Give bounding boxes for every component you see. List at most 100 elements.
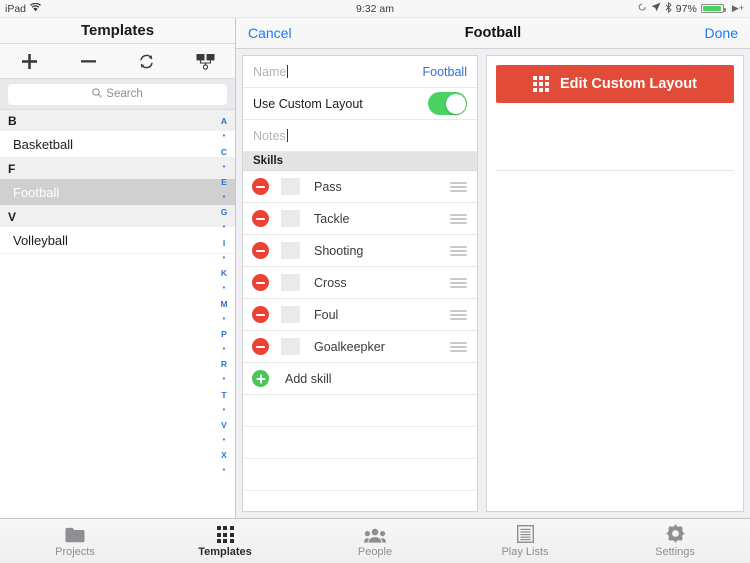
skill-row[interactable]: Goalkeepker <box>243 331 477 363</box>
skill-color-swatch[interactable] <box>281 274 300 291</box>
delete-skill-button[interactable] <box>252 242 269 259</box>
detail-navbar: Cancel Football Done <box>236 18 750 49</box>
name-field-row[interactable]: Name Football <box>243 56 477 88</box>
tab-play-lists[interactable]: Play Lists <box>450 519 600 563</box>
index-entry[interactable]: • <box>223 403 225 418</box>
index-entry[interactable]: M <box>220 296 227 311</box>
sidebar-item-volleyball[interactable]: Volleyball <box>0 227 235 254</box>
index-entry[interactable]: K <box>221 266 227 281</box>
empty-row <box>243 459 477 491</box>
delete-skill-button[interactable] <box>252 306 269 323</box>
section-header: B <box>0 110 235 131</box>
index-entry[interactable]: X <box>221 448 227 463</box>
index-entry[interactable]: • <box>223 251 225 266</box>
index-entry[interactable]: V <box>221 418 227 433</box>
index-entry[interactable]: • <box>223 220 225 235</box>
app-root: iPad 9:32 am 97% ▶+ Templates Search B B… <box>0 0 750 563</box>
skill-color-swatch[interactable] <box>281 306 300 323</box>
people-icon <box>364 524 386 543</box>
index-entry[interactable]: P <box>221 327 227 342</box>
delete-skill-button[interactable] <box>252 210 269 227</box>
skill-row[interactable]: Pass <box>243 171 477 203</box>
skills-section-header: Skills <box>243 152 477 171</box>
section-header: V <box>0 206 235 227</box>
index-entry[interactable]: • <box>223 433 225 448</box>
skill-label: Goalkeepker <box>314 339 385 354</box>
delete-skill-button[interactable] <box>252 338 269 355</box>
add-template-button[interactable] <box>0 44 59 78</box>
use-custom-layout-label: Use Custom Layout <box>253 96 363 111</box>
search-icon <box>92 87 102 101</box>
add-skill-label: Add skill <box>285 371 332 386</box>
index-entry[interactable]: E <box>221 175 227 190</box>
use-custom-layout-row[interactable]: Use Custom Layout <box>243 88 477 120</box>
text-cursor <box>287 65 289 78</box>
skill-row[interactable]: Cross <box>243 267 477 299</box>
template-list: B Basketball F Football V Volleyball A • C • E • G •… <box>0 110 235 518</box>
index-entry[interactable]: • <box>223 311 225 326</box>
index-entry[interactable]: • <box>223 190 225 205</box>
tab-people[interactable]: People <box>300 519 450 563</box>
sidebar-item-basketball[interactable]: Basketball <box>0 131 235 158</box>
tab-templates[interactable]: Templates <box>150 519 300 563</box>
skill-label: Pass <box>314 179 342 194</box>
tab-label: Play Lists <box>501 546 549 558</box>
tab-projects[interactable]: Projects <box>0 519 150 563</box>
sidebar-toolbar <box>0 44 235 79</box>
index-entry[interactable]: • <box>223 342 225 357</box>
skill-label: Shooting <box>314 243 364 258</box>
location-arrow-icon <box>651 2 661 15</box>
notes-field-row[interactable]: Notes <box>243 120 477 152</box>
skill-label: Foul <box>314 307 339 322</box>
edit-custom-layout-button[interactable]: Edit Custom Layout <box>496 65 734 103</box>
use-custom-layout-toggle[interactable] <box>428 92 467 115</box>
drag-handle-icon[interactable] <box>450 309 467 320</box>
charging-plug-icon: ▶+ <box>731 3 744 13</box>
add-skill-row[interactable]: Add skill <box>243 363 477 395</box>
notes-placeholder: Notes <box>253 128 286 143</box>
index-entry[interactable]: I <box>223 236 225 251</box>
skill-color-swatch[interactable] <box>281 210 300 227</box>
drag-handle-icon[interactable] <box>450 245 467 256</box>
index-entry[interactable]: G <box>221 205 228 220</box>
drag-handle-icon[interactable] <box>450 181 467 192</box>
battery-icon <box>700 4 726 13</box>
grid-icon <box>216 524 234 543</box>
connect-button[interactable] <box>176 44 235 78</box>
list-icon <box>516 524 534 543</box>
sync-button[interactable] <box>118 44 177 78</box>
skill-row[interactable]: Shooting <box>243 235 477 267</box>
drag-handle-icon[interactable] <box>450 277 467 288</box>
index-entry[interactable]: • <box>223 372 225 387</box>
search-input[interactable]: Search <box>8 83 227 105</box>
index-entry[interactable]: • <box>223 129 225 144</box>
drag-handle-icon[interactable] <box>450 341 467 352</box>
tab-settings[interactable]: Settings <box>600 519 750 563</box>
skill-row[interactable]: Tackle <box>243 203 477 235</box>
skill-label: Cross <box>314 275 347 290</box>
index-entry[interactable]: C <box>221 144 227 159</box>
skill-color-swatch[interactable] <box>281 242 300 259</box>
remove-template-button[interactable] <box>59 44 118 78</box>
drag-handle-icon[interactable] <box>450 213 467 224</box>
add-skill-plus-icon[interactable] <box>252 370 269 387</box>
delete-skill-button[interactable] <box>252 274 269 291</box>
done-button[interactable]: Done <box>705 25 738 41</box>
index-entry[interactable]: • <box>223 463 225 478</box>
skill-row[interactable]: Foul <box>243 299 477 331</box>
device-name-label: iPad <box>5 2 27 15</box>
gear-icon <box>665 524 685 543</box>
index-entry[interactable]: A <box>221 114 227 129</box>
sidebar-item-football[interactable]: Football <box>0 179 235 206</box>
index-entry[interactable]: • <box>223 281 225 296</box>
index-entry[interactable]: T <box>221 387 226 402</box>
index-entry[interactable]: • <box>223 160 225 175</box>
index-entry[interactable]: R <box>221 357 227 372</box>
cancel-button[interactable]: Cancel <box>248 25 292 41</box>
wifi-icon <box>30 2 42 15</box>
section-index-scrubber[interactable]: A • C • E • G • I • K • M • P • R • T • V • X • <box>215 110 233 518</box>
skill-color-swatch[interactable] <box>281 178 300 195</box>
delete-skill-button[interactable] <box>252 178 269 195</box>
skill-color-swatch[interactable] <box>281 338 300 355</box>
template-form-pane: Name Football Use Custom Layout Notes Sk… <box>242 55 478 523</box>
